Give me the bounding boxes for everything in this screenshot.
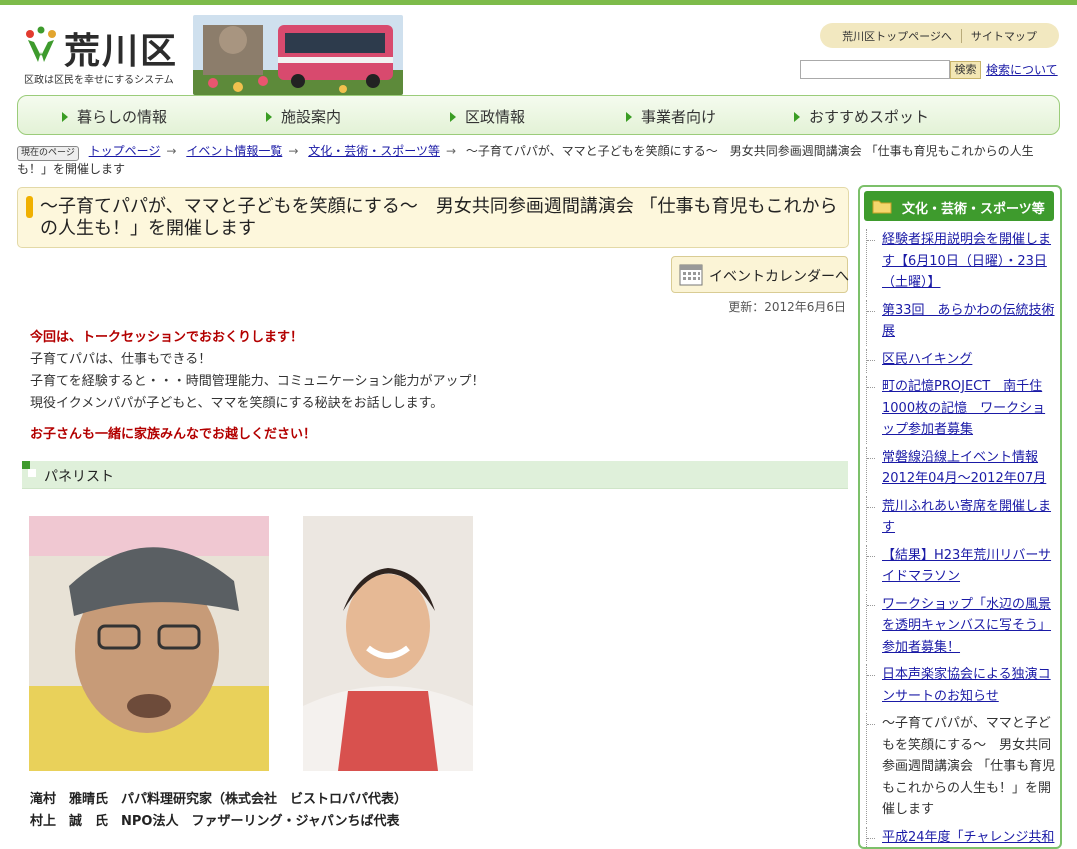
arrow-right-icon: → — [288, 144, 298, 158]
nav-item-facilities[interactable]: 施設案内 — [266, 106, 341, 127]
nav-item-living[interactable]: 暮らしの情報 — [62, 106, 167, 127]
triangle-right-icon — [266, 112, 272, 122]
sidebar-title: 文化・芸術・スポーツ等 — [902, 198, 1045, 217]
intro-line: 現役イクメンパパが子どもと、ママを笑顔にする秘訣をお話しします。 — [30, 393, 830, 415]
nav-item-business[interactable]: 事業者向け — [626, 106, 716, 127]
sidebar-item: 町の記憶PROJECT 南千住1000枚の記憶 ワークショップ参加者募集 — [866, 376, 1056, 444]
sidebar-link[interactable]: 第33回 あらかわの伝統技術展 — [882, 303, 1055, 340]
sidebar-item: 平成24年度「チャレンジ共和国」参加者 — [866, 827, 1056, 849]
breadcrumb: 現在のページ トップページ→ イベント情報一覧→ 文化・芸術・スポーツ等→ ～子… — [17, 143, 1047, 178]
sidebar-link[interactable]: 経験者採用説明会を開催します【6月10日（日曜）・23日（土曜）】 — [882, 232, 1051, 290]
invitation-text: お子さんも一緒に家族みんなでお越しください！ — [30, 423, 316, 442]
calendar-icon — [679, 262, 703, 286]
nav-item-government[interactable]: 区政情報 — [450, 106, 525, 127]
top-links: 荒川区トップページへ サイトマップ — [820, 23, 1059, 48]
current-page-badge: 現在のページ — [17, 146, 79, 161]
nav-item-label: 区政情報 — [465, 108, 525, 126]
sidebar-link[interactable]: 日本声楽家協会による独演コンサートのお知らせ — [882, 667, 1051, 704]
top-page-link[interactable]: 荒川区トップページへ — [833, 28, 961, 44]
site-tagline: 区政は区民を幸せにするシステム — [24, 71, 174, 86]
heading-marker — [28, 469, 36, 477]
breadcrumb-link-culture[interactable]: 文化・芸術・スポーツ等 — [308, 144, 440, 158]
sidebar-link[interactable]: 平成24年度「チャレンジ共和国」参加者 — [882, 830, 1054, 849]
nav-item-label: 施設案内 — [281, 108, 341, 126]
global-nav: 暮らしの情報 施設案内 区政情報 事業者向け おすすめスポット — [17, 95, 1060, 135]
search-area: 検索 検索について — [800, 60, 1060, 80]
site-logo[interactable]: 荒川区 区政は区民を幸せにするシステム — [22, 22, 192, 92]
triangle-right-icon — [450, 112, 456, 122]
section-heading-text: パネリスト — [44, 466, 114, 486]
sidebar-link[interactable]: ワークショップ「水辺の風景を透明キャンバスに写そう」参加者募集！ — [882, 597, 1051, 655]
page-title-box: ～子育てパパが、ママと子どもを笑顔にする～ 男女共同参画週間講演会 「仕事も育児… — [17, 187, 849, 248]
heading-marker — [22, 461, 30, 469]
panelist-name: 滝村 雅晴氏 パパ料理研究家（株式会社 ビストロパパ代表） — [30, 789, 407, 811]
nav-item-label: 暮らしの情報 — [77, 108, 167, 126]
sidebar-related: 文化・芸術・スポーツ等 経験者採用説明会を開催します【6月10日（日曜）・23日… — [858, 185, 1062, 849]
triangle-right-icon — [62, 112, 68, 122]
sidebar-item: 常磐線沿線上イベント情報2012年04月～2012年07月 — [866, 447, 1056, 493]
search-button[interactable]: 検索 — [950, 61, 981, 79]
search-input[interactable] — [800, 60, 950, 79]
sidebar-item: 日本声楽家協会による独演コンサートのお知らせ — [866, 664, 1056, 710]
triangle-right-icon — [794, 112, 800, 122]
intro-heading: 今回は、トークセッションでおおくりします！ — [30, 327, 830, 349]
sidebar-link[interactable]: 荒川ふれあい寄席を開催します — [882, 499, 1051, 536]
sidebar-link[interactable]: 常磐線沿線上イベント情報2012年04月～2012年07月 — [882, 450, 1046, 487]
event-calendar-label: イベントカレンダーへ — [709, 266, 849, 286]
nav-item-label: 事業者向け — [641, 108, 716, 126]
arrow-right-icon: → — [166, 144, 176, 158]
updated-date: 更新：2012年6月6日 — [660, 298, 846, 315]
header-banner-image — [193, 15, 403, 95]
sidebar-item: 第33回 あらかわの伝統技術展 — [866, 300, 1056, 346]
sidebar-item: 区民ハイキング — [866, 349, 1056, 374]
panelist-photo-murakami — [303, 516, 473, 771]
triangle-right-icon — [626, 112, 632, 122]
breadcrumb-link-top[interactable]: トップページ — [89, 144, 161, 158]
sidebar-list: 経験者採用説明会を開催します【6月10日（日曜）・23日（土曜）】 第33回 あ… — [866, 229, 1056, 849]
arrow-right-icon: → — [446, 144, 456, 158]
sidebar-item: 経験者採用説明会を開催します【6月10日（日曜）・23日（土曜）】 — [866, 229, 1056, 297]
panelist-name: 村上 誠 氏 NPO法人 ファザーリング・ジャパンちば代表 — [30, 811, 407, 833]
sidebar-item: ワークショップ「水辺の風景を透明キャンバスに写そう」参加者募集！ — [866, 594, 1056, 662]
site-name: 荒川区 — [64, 22, 178, 74]
arakawa-logo-icon — [24, 26, 58, 68]
sidebar-item: 荒川ふれあい寄席を開催します — [866, 496, 1056, 542]
sidebar-item: 【結果】H23年荒川リバーサイドマラソン — [866, 545, 1056, 591]
sitemap-link[interactable]: サイトマップ — [962, 28, 1046, 44]
sidebar-current-label: ～子育てパパが、ママと子どもを笑顔にする～ 男女共同参画週間講演会 「仕事も育児… — [882, 716, 1055, 817]
sidebar-link[interactable]: 【結果】H23年荒川リバーサイドマラソン — [882, 548, 1051, 585]
page-title: ～子育てパパが、ママと子どもを笑顔にする～ 男女共同参画週間講演会 「仕事も育児… — [40, 196, 840, 240]
search-help-link[interactable]: 検索について — [986, 61, 1058, 78]
folder-icon — [872, 198, 892, 214]
panelist-list: 滝村 雅晴氏 パパ料理研究家（株式会社 ビストロパパ代表）村上 誠 氏 NPO法… — [30, 789, 407, 833]
sidebar-header: 文化・芸術・スポーツ等 — [864, 191, 1054, 221]
event-calendar-button[interactable]: イベントカレンダーへ — [671, 256, 848, 293]
title-accent — [26, 196, 33, 218]
intro-line: 子育てパパは、仕事もできる！ — [30, 349, 830, 371]
sidebar-link[interactable]: 町の記憶PROJECT 南千住1000枚の記憶 ワークショップ参加者募集 — [882, 379, 1045, 437]
breadcrumb-link-events[interactable]: イベント情報一覧 — [186, 144, 282, 158]
intro-line: 子育てを経験すると・・・時間管理能力、コミュニケーション能力がアップ！ — [30, 371, 830, 393]
top-accent-bar — [0, 0, 1077, 5]
section-heading-panelists: パネリスト — [22, 461, 848, 489]
sidebar-item-current: ～子育てパパが、ママと子どもを笑顔にする～ 男女共同参画週間講演会 「仕事も育児… — [866, 713, 1056, 824]
panelist-photo-takimura — [29, 516, 269, 771]
intro-text: 今回は、トークセッションでおおくりします！ 子育てパパは、仕事もできる！ 子育て… — [30, 327, 830, 415]
sidebar-link[interactable]: 区民ハイキング — [882, 352, 972, 367]
nav-item-label: おすすめスポット — [809, 108, 929, 126]
nav-item-spots[interactable]: おすすめスポット — [794, 106, 929, 127]
